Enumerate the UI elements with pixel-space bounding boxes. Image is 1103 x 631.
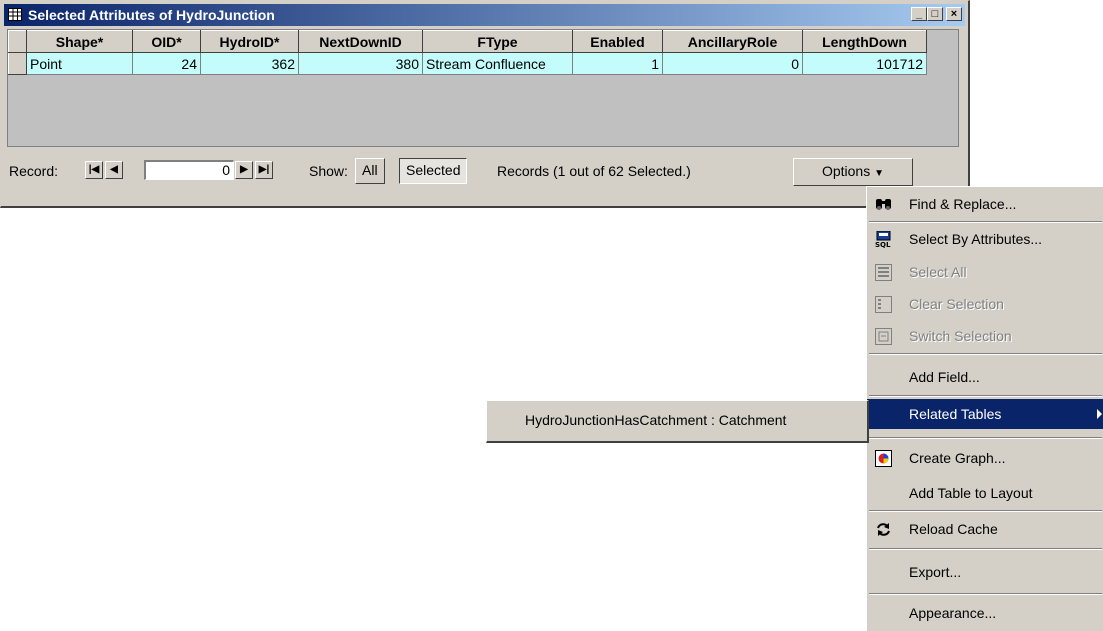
menu-item-add-field[interactable]: Add Field... (869, 362, 1103, 392)
table-row[interactable]: Point 24 362 380 Stream Confluence 1 0 1… (8, 52, 927, 75)
svg-text:SQL: SQL (875, 241, 891, 248)
menu-item-clear-selection[interactable]: Clear Selection (869, 289, 1103, 319)
close-icon: × (950, 8, 958, 20)
menu-item-label: Clear Selection (909, 296, 1004, 312)
menu-item-label: Appearance... (909, 605, 997, 621)
column-header[interactable]: HydroID* (200, 30, 299, 53)
previous-icon: ◀ (110, 164, 118, 175)
attribute-grid[interactable]: Shape* OID* HydroID* NextDownID FType En… (7, 29, 959, 147)
menu-item-switch-selection[interactable]: Switch Selection (869, 321, 1103, 351)
minimize-button[interactable]: _ (911, 7, 927, 21)
sql-icon: SQL (875, 231, 891, 248)
options-menu: Find & Replace... SQL Select By Attribut… (866, 186, 1103, 631)
attribute-table: Shape* OID* HydroID* NextDownID FType En… (8, 30, 927, 75)
minimize-icon: _ (915, 8, 923, 20)
table-cell[interactable]: 362 (200, 52, 299, 75)
menu-item-label: Add Field... (909, 369, 980, 385)
menu-item-select-all[interactable]: Select All (869, 257, 1103, 287)
graph-icon (875, 450, 892, 467)
switch-selection-icon (875, 328, 892, 345)
menu-item-label: Switch Selection (909, 328, 1012, 344)
last-icon: ▶| (258, 164, 270, 175)
previous-record-button[interactable]: ◀ (105, 161, 123, 179)
column-header[interactable]: LengthDown (802, 30, 927, 53)
next-icon: ▶ (240, 164, 248, 175)
menu-item-label: Select By Attributes... (909, 231, 1043, 247)
column-header[interactable]: OID* (132, 30, 201, 53)
related-tables-submenu: HydroJunctionHasCatchment : Catchment (486, 400, 869, 443)
menu-separator (869, 593, 1102, 595)
show-label: Show: (309, 163, 348, 179)
options-button[interactable]: Options ▼ (793, 158, 913, 186)
maximize-icon: □ (931, 8, 939, 20)
menu-separator (869, 221, 1102, 223)
next-record-button[interactable]: ▶ (235, 161, 253, 179)
table-icon (8, 8, 22, 21)
close-button[interactable]: × (946, 7, 962, 21)
show-selected-button[interactable]: Selected (399, 158, 468, 184)
table-cell[interactable]: 0 (662, 52, 803, 75)
maximize-button[interactable]: □ (927, 7, 943, 21)
options-label: Options (821, 163, 871, 179)
column-header[interactable]: Shape* (26, 30, 133, 53)
menu-item-reload-cache[interactable]: Reload Cache (869, 514, 1103, 544)
menu-separator (869, 548, 1102, 550)
menu-separator (869, 437, 1102, 439)
submenu-arrow-icon (1097, 409, 1102, 419)
menu-item-label: Create Graph... (909, 450, 1006, 466)
record-number-input[interactable]: 0 (144, 160, 234, 180)
menu-item-export[interactable]: Export... (869, 557, 1103, 587)
menu-item-select-by-attributes[interactable]: SQL Select By Attributes... (869, 224, 1103, 254)
table-cell[interactable]: Point (26, 52, 133, 75)
select-all-icon (875, 264, 892, 281)
window-titlebar[interactable]: Selected Attributes of HydroJunction _ □… (4, 4, 965, 26)
row-selector-header (8, 30, 27, 53)
column-header[interactable]: NextDownID (298, 30, 423, 53)
last-record-button[interactable]: ▶| (255, 161, 273, 179)
reload-icon (877, 523, 890, 536)
column-header[interactable]: Enabled (572, 30, 663, 53)
menu-separator (869, 510, 1102, 512)
menu-item-label: Find & Replace... (909, 196, 1017, 212)
show-all-button[interactable]: All (355, 158, 385, 184)
column-header[interactable]: AncillaryRole (662, 30, 803, 53)
window-title: Selected Attributes of HydroJunction (28, 7, 275, 23)
table-cell[interactable]: 380 (298, 52, 423, 75)
record-label: Record: (9, 163, 59, 179)
table-cell[interactable]: Stream Confluence (422, 52, 573, 75)
menu-item-label: Add Table to Layout (909, 485, 1033, 501)
row-selector[interactable] (8, 52, 27, 75)
menu-item-find-replace[interactable]: Find & Replace... (869, 189, 1103, 219)
first-icon: |◀ (88, 164, 100, 175)
submenu-item-hydrojunction-catchment[interactable]: HydroJunctionHasCatchment : Catchment (525, 412, 786, 428)
menu-separator (869, 353, 1102, 355)
table-cell[interactable]: 24 (132, 52, 201, 75)
first-record-button[interactable]: |◀ (85, 161, 103, 179)
dropdown-arrow-icon: ▼ (874, 168, 885, 179)
binoculars-icon (876, 199, 891, 210)
clear-selection-icon (875, 296, 892, 313)
table-cell[interactable]: 101712 (802, 52, 927, 75)
column-header[interactable]: FType (422, 30, 573, 53)
attributes-window: Selected Attributes of HydroJunction _ □… (0, 0, 970, 208)
menu-item-related-tables[interactable]: Related Tables (867, 399, 1103, 429)
table-header-row: Shape* OID* HydroID* NextDownID FType En… (8, 30, 927, 53)
menu-separator (869, 395, 1102, 397)
menu-item-label: Select All (909, 264, 967, 280)
records-count-text: Records (1 out of 62 Selected.) (497, 163, 691, 179)
menu-item-label: Reload Cache (909, 521, 998, 537)
status-bar: Record: |◀ ◀ 0 ▶ ▶| Show: All Selected R… (7, 155, 959, 189)
menu-item-add-table-to-layout[interactable]: Add Table to Layout (869, 478, 1103, 508)
table-cell[interactable]: 1 (572, 52, 663, 75)
menu-item-label: Related Tables (909, 406, 1002, 422)
menu-item-create-graph[interactable]: Create Graph... (869, 443, 1103, 473)
menu-item-label: Export... (909, 564, 962, 580)
menu-item-appearance[interactable]: Appearance... (869, 598, 1103, 628)
